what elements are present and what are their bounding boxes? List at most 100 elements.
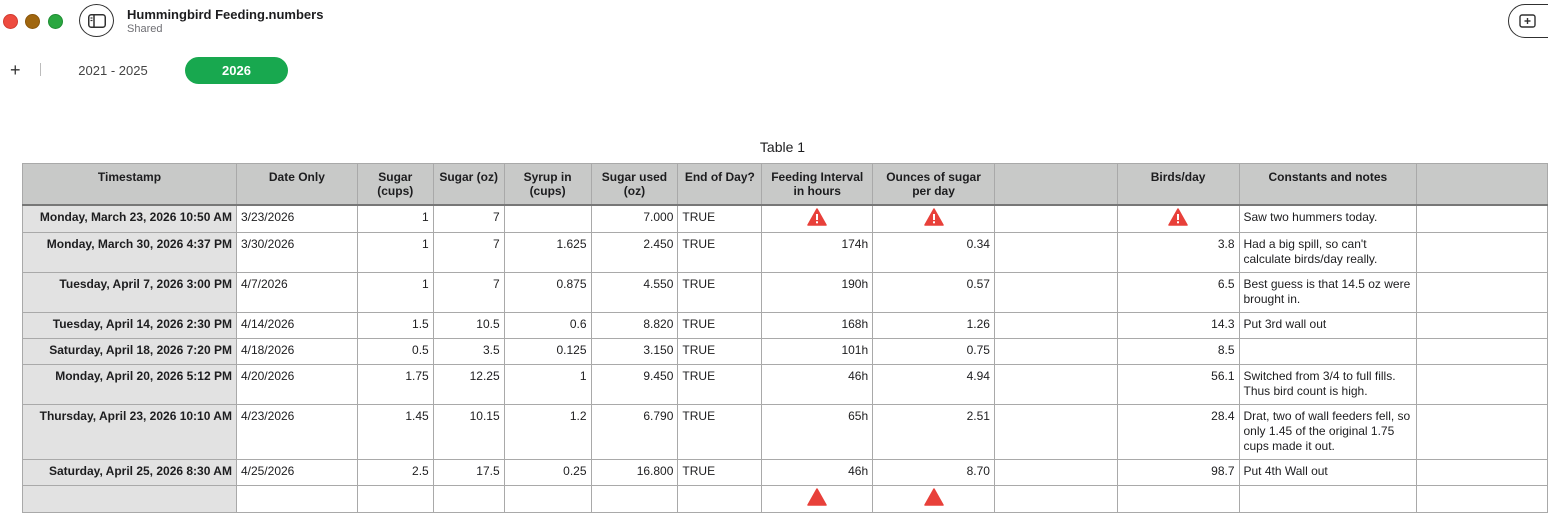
sugar-used-cell[interactable]: 9.450 [590, 363, 679, 405]
end-of-day-cell[interactable]: TRUE [677, 337, 763, 365]
add-sheet-button[interactable]: + [10, 60, 21, 80]
sugar-oz-cell[interactable]: 3.5 [432, 337, 505, 365]
empty-cell[interactable] [1416, 271, 1548, 313]
column-header[interactable]: Sugar used (oz) [590, 163, 679, 205]
tab-2026[interactable]: 2026 [185, 57, 288, 84]
syrup-cell[interactable]: 0.6 [503, 311, 592, 339]
add-view-button[interactable] [1508, 4, 1548, 38]
syrup-cell[interactable]: 0.25 [503, 458, 592, 486]
syrup-cell[interactable] [503, 204, 592, 233]
ounces-per-day-cell[interactable] [872, 484, 995, 513]
sugar-cups-cell[interactable]: 0.5 [356, 337, 434, 365]
column-header[interactable]: Feeding Interval in hours [761, 163, 874, 205]
empty-cell[interactable] [1416, 337, 1548, 365]
birds-per-day-cell[interactable] [1116, 484, 1240, 513]
column-header[interactable]: Sugar (oz) [432, 163, 505, 205]
minimize-window-button[interactable] [25, 14, 40, 29]
birds-per-day-cell[interactable]: 8.5 [1116, 337, 1240, 365]
sugar-oz-cell[interactable]: 7 [432, 231, 505, 273]
ounces-per-day-cell[interactable] [872, 204, 995, 233]
sugar-used-cell[interactable] [590, 484, 679, 513]
syrup-cell[interactable]: 0.875 [503, 271, 592, 313]
notes-cell[interactable]: Put 4th Wall out [1238, 458, 1418, 486]
empty-cell[interactable] [1416, 403, 1548, 460]
notes-cell[interactable] [1238, 337, 1418, 365]
feeding-interval-cell[interactable]: 190h [761, 271, 874, 313]
sugar-cups-cell[interactable]: 1.5 [356, 311, 434, 339]
warning-triangle-icon[interactable] [807, 207, 827, 226]
empty-cell[interactable] [1416, 458, 1548, 486]
notes-cell[interactable] [1238, 484, 1418, 513]
end-of-day-cell[interactable]: TRUE [677, 311, 763, 339]
date-cell[interactable]: 4/25/2026 [235, 458, 358, 486]
birds-per-day-cell[interactable]: 28.4 [1116, 403, 1240, 460]
timestamp-cell[interactable]: Thursday, April 23, 2026 10:10 AM [22, 403, 237, 460]
empty-cell[interactable] [1416, 484, 1548, 513]
timestamp-cell[interactable]: Tuesday, April 14, 2026 2:30 PM [22, 311, 237, 339]
end-of-day-cell[interactable]: TRUE [677, 204, 763, 233]
blank-cell[interactable] [993, 311, 1118, 339]
sugar-cups-cell[interactable]: 1.75 [356, 363, 434, 405]
warning-triangle-icon[interactable] [1168, 207, 1188, 226]
sugar-cups-cell[interactable] [356, 484, 434, 513]
notes-cell[interactable]: Had a big spill, so can't calculate bird… [1238, 231, 1418, 273]
column-header[interactable]: Date Only [235, 163, 358, 205]
notes-cell[interactable]: Drat, two of wall feeders fell, so only … [1238, 403, 1418, 460]
column-header[interactable]: End of Day? [677, 163, 763, 205]
sugar-used-cell[interactable]: 6.790 [590, 403, 679, 460]
sugar-oz-cell[interactable]: 10.15 [432, 403, 505, 460]
feeding-interval-cell[interactable] [761, 204, 874, 233]
close-window-button[interactable] [3, 14, 18, 29]
tab-2021-2025[interactable]: 2021 - 2025 [64, 57, 162, 84]
blank-cell[interactable] [993, 363, 1118, 405]
warning-triangle-icon[interactable] [807, 487, 827, 506]
feeding-interval-cell[interactable]: 46h [761, 363, 874, 405]
sugar-oz-cell[interactable]: 17.5 [432, 458, 505, 486]
column-header[interactable]: Birds/day [1116, 163, 1240, 205]
syrup-cell[interactable]: 1.2 [503, 403, 592, 460]
timestamp-cell[interactable] [22, 484, 237, 513]
birds-per-day-cell[interactable]: 56.1 [1116, 363, 1240, 405]
date-cell[interactable]: 3/30/2026 [235, 231, 358, 273]
warning-triangle-icon[interactable] [923, 487, 944, 506]
sugar-cups-cell[interactable]: 1.45 [356, 403, 434, 460]
column-header[interactable]: Constants and notes [1238, 163, 1418, 205]
sugar-oz-cell[interactable]: 7 [432, 271, 505, 313]
warning-triangle-icon[interactable] [923, 207, 944, 226]
ounces-per-day-cell[interactable]: 0.57 [872, 271, 995, 313]
timestamp-cell[interactable]: Saturday, April 25, 2026 8:30 AM [22, 458, 237, 486]
end-of-day-cell[interactable]: TRUE [677, 458, 763, 486]
ounces-per-day-cell[interactable]: 0.75 [872, 337, 995, 365]
birds-per-day-cell[interactable]: 98.7 [1116, 458, 1240, 486]
birds-per-day-cell[interactable]: 3.8 [1116, 231, 1240, 273]
syrup-cell[interactable]: 1.625 [503, 231, 592, 273]
blank-cell[interactable] [993, 337, 1118, 365]
end-of-day-cell[interactable]: TRUE [677, 363, 763, 405]
sugar-cups-cell[interactable]: 2.5 [356, 458, 434, 486]
birds-per-day-cell[interactable]: 6.5 [1116, 271, 1240, 313]
ounces-per-day-cell[interactable]: 2.51 [872, 403, 995, 460]
timestamp-cell[interactable]: Monday, March 30, 2026 4:37 PM [22, 231, 237, 273]
sugar-cups-cell[interactable]: 1 [356, 231, 434, 273]
ounces-per-day-cell[interactable]: 4.94 [872, 363, 995, 405]
feeding-interval-cell[interactable]: 46h [761, 458, 874, 486]
timestamp-cell[interactable]: Monday, April 20, 2026 5:12 PM [22, 363, 237, 405]
empty-cell[interactable] [1416, 311, 1548, 339]
sugar-used-cell[interactable]: 3.150 [590, 337, 679, 365]
date-cell[interactable]: 3/23/2026 [235, 204, 358, 233]
ounces-per-day-cell[interactable]: 8.70 [872, 458, 995, 486]
sugar-cups-cell[interactable]: 1 [356, 271, 434, 313]
blank-cell[interactable] [993, 403, 1118, 460]
data-table[interactable]: Timestamp Date Only Sugar (cups) Sugar (… [22, 163, 1548, 513]
timestamp-cell[interactable]: Saturday, April 18, 2026 7:20 PM [22, 337, 237, 365]
feeding-interval-cell[interactable]: 174h [761, 231, 874, 273]
column-header[interactable]: Timestamp [22, 163, 237, 205]
blank-cell[interactable] [993, 484, 1118, 513]
sugar-used-cell[interactable]: 2.450 [590, 231, 679, 273]
date-cell[interactable]: 4/14/2026 [235, 311, 358, 339]
end-of-day-cell[interactable]: TRUE [677, 403, 763, 460]
empty-cell[interactable] [1416, 363, 1548, 405]
sidebar-toggle-button[interactable] [79, 4, 114, 37]
sugar-oz-cell[interactable] [432, 484, 505, 513]
column-header[interactable] [993, 163, 1118, 205]
